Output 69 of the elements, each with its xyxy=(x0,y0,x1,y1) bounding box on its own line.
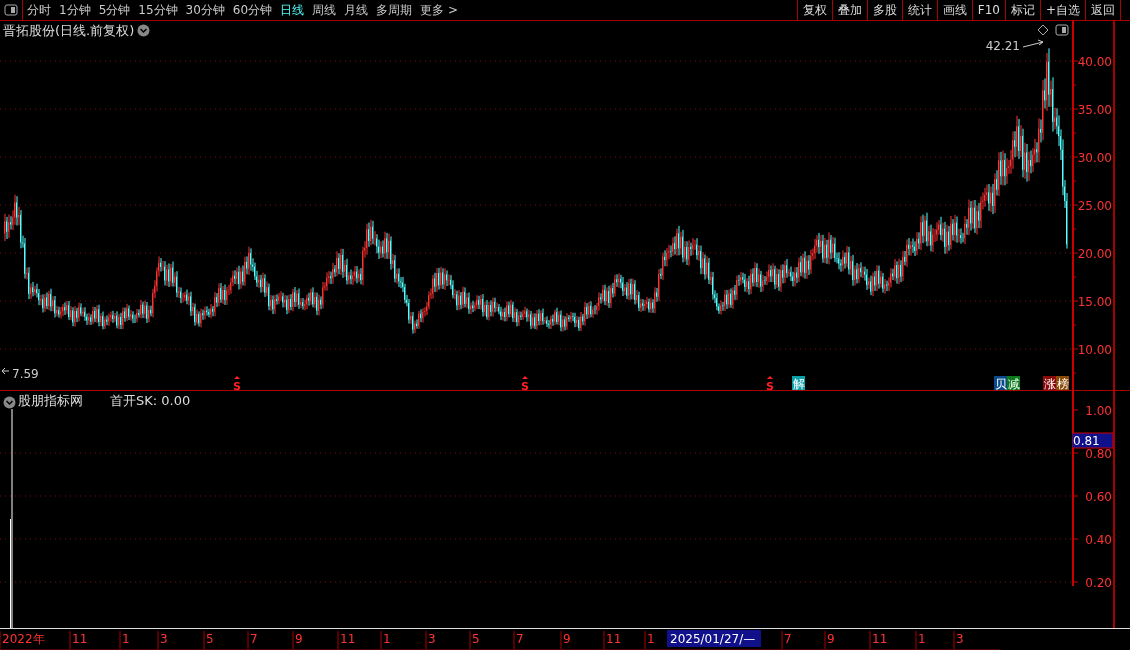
toolbar-button[interactable]: F10 xyxy=(971,0,1005,20)
timeframe-tab[interactable]: 周线 xyxy=(308,0,341,20)
diamond-icon[interactable] xyxy=(1037,24,1049,36)
indicator-title: 股朋指标网 xyxy=(18,392,83,410)
toolbar-button[interactable]: 多股 xyxy=(866,0,902,20)
date-label: 1 xyxy=(918,632,926,646)
date-label: 5 xyxy=(472,632,480,646)
timeframe-tab[interactable]: 日线 xyxy=(276,0,309,20)
crosshair-date-label: 2025/01/27/— xyxy=(667,630,761,647)
date-label: 7 xyxy=(784,632,792,646)
date-label: 11 xyxy=(340,632,356,646)
chart-title: 晋拓股份(日线.前复权) xyxy=(3,22,135,40)
arrow-icon xyxy=(1,367,10,375)
axis-label: 0.40 xyxy=(1085,533,1112,547)
date-label: 2022年 xyxy=(2,632,45,646)
timeframe-tab[interactable]: 30分钟 xyxy=(181,0,229,20)
event-tag: 贝 xyxy=(994,376,1007,391)
date-label: 1 xyxy=(383,632,391,646)
date-label: 3 xyxy=(956,632,964,646)
date-label: 9 xyxy=(827,632,835,646)
panel-toggle-icon[interactable] xyxy=(1055,24,1069,36)
toolbar-button[interactable]: 统计 xyxy=(901,0,937,20)
indicator-value: 首开SK: 0.00 xyxy=(110,392,191,410)
axis-label: 0.20 xyxy=(1085,576,1112,590)
date-label: 7 xyxy=(250,632,258,646)
axis-label: 10.00 xyxy=(1077,343,1112,357)
date-label: 3 xyxy=(160,632,168,646)
axis-label: 0.80 xyxy=(1085,447,1112,461)
date-label: 3 xyxy=(428,632,436,646)
date-label: 1 xyxy=(122,632,130,646)
timeframe-tab[interactable]: 月线 xyxy=(340,0,373,20)
date-label: 5 xyxy=(206,632,214,646)
timeframe-tab[interactable]: 更多 > xyxy=(416,0,462,20)
timeframe-tab[interactable]: 15分钟 xyxy=(134,0,182,20)
axis-label: 35.00 xyxy=(1077,103,1112,117)
date-label: 7 xyxy=(516,632,524,646)
toolbar-button[interactable]: +自选 xyxy=(1039,0,1085,20)
timeframe-tab[interactable]: 5分钟 xyxy=(94,0,135,20)
event-tag: 解 xyxy=(792,376,805,391)
arrow-icon xyxy=(1022,39,1044,48)
toolbar-button[interactable]: 标记 xyxy=(1004,0,1040,20)
event-tag: 减 xyxy=(1007,376,1020,391)
date-label: 11 xyxy=(606,632,622,646)
axis-label: 25.00 xyxy=(1077,199,1112,213)
timeframe-tab[interactable]: 多周期 xyxy=(372,0,417,20)
event-tag: 榜 xyxy=(1056,376,1069,391)
axis-label: 1.00 xyxy=(1085,404,1112,418)
crosshair-value-label: 0.81 xyxy=(1072,432,1113,449)
price-label: 7.59 xyxy=(12,367,39,381)
axis-label: 15.00 xyxy=(1077,295,1112,309)
chevron-down-icon[interactable] xyxy=(137,24,151,38)
axis-label: 0.60 xyxy=(1085,490,1112,504)
event-tag: 涨 xyxy=(1043,376,1056,391)
date-label: 11 xyxy=(872,632,888,646)
axis-label: 30.00 xyxy=(1077,151,1112,165)
toolbar-button[interactable]: 复权 xyxy=(796,0,832,20)
price-label: 42.21 xyxy=(985,39,1020,53)
toolbar-button[interactable]: 画线 xyxy=(936,0,972,20)
timeframe-tab[interactable]: 1分钟 xyxy=(55,0,95,20)
axis-label: 40.00 xyxy=(1077,55,1112,69)
date-label: 9 xyxy=(563,632,571,646)
axis-label: 20.00 xyxy=(1077,247,1112,261)
date-label: 1 xyxy=(647,632,655,646)
timeframe-tab[interactable]: 分时 xyxy=(23,0,55,20)
date-label: 11 xyxy=(72,632,88,646)
toolbar-button[interactable]: 返回 xyxy=(1085,0,1120,20)
timeframe-tab[interactable]: 60分钟 xyxy=(228,0,277,20)
date-label: 9 xyxy=(295,632,303,646)
toolbar-button[interactable]: 叠加 xyxy=(831,0,867,20)
